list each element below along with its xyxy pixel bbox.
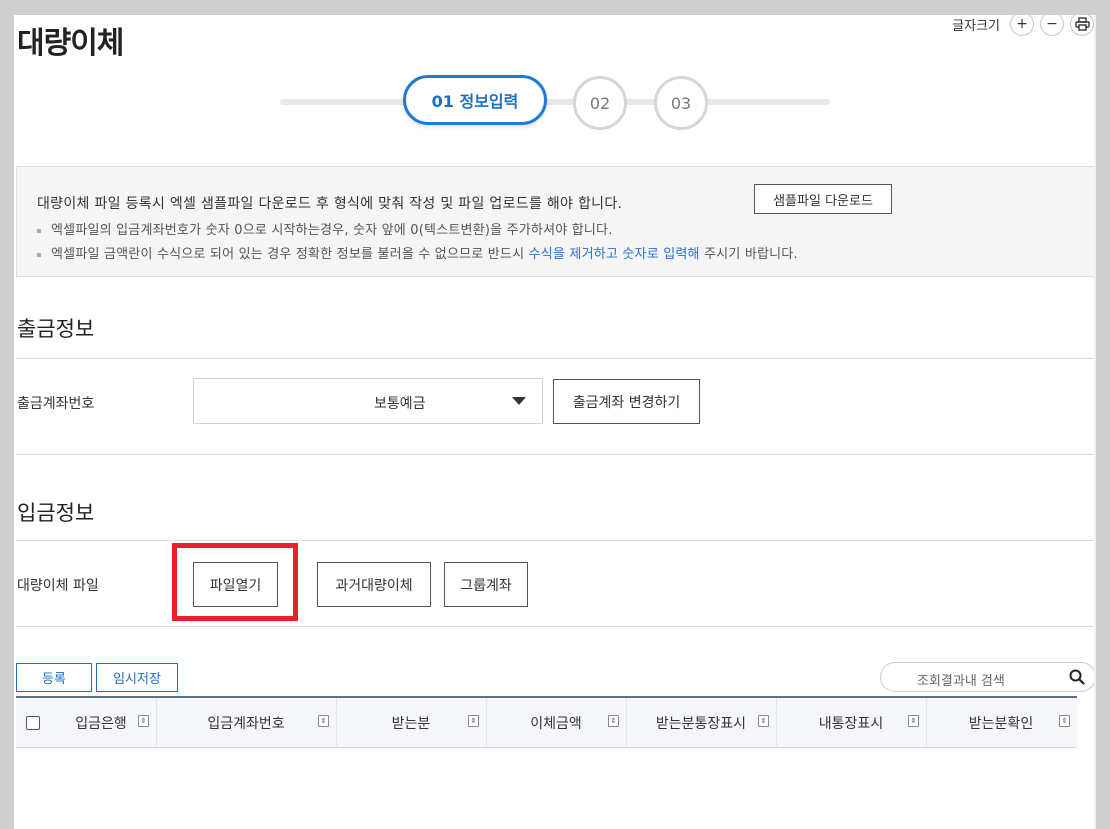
sort-icon[interactable]: ⇕ bbox=[608, 715, 619, 727]
notice-line-2: 엑셀파일 금액란이 수식으로 되어 있는 경우 정확한 정보를 불러올 수 없으… bbox=[37, 243, 798, 262]
column-header[interactable]: 이체금액 bbox=[486, 698, 626, 748]
grid-header: 입금은행 ⇕ 입금계좌번호 ⇕ 받는분 ⇕ 이체금액 ⇕ 받는분통장표시 ⇕ 내… bbox=[16, 696, 1077, 748]
print-button[interactable] bbox=[1070, 15, 1094, 36]
font-decrease-button[interactable]: − bbox=[1040, 15, 1064, 36]
divider bbox=[16, 540, 1096, 541]
account-type: 보통예금 bbox=[374, 396, 426, 412]
font-size-controls: 글자크기 + − bbox=[952, 15, 1094, 36]
step-1-active: 01 정보입력 bbox=[403, 75, 547, 125]
column-header[interactable]: 내통장표시 bbox=[776, 698, 926, 748]
sort-icon[interactable]: ⇕ bbox=[1059, 715, 1070, 727]
notice-line-2-highlight: 수식을 제거하고 숫자로 입력해 bbox=[528, 247, 700, 262]
bulk-file-label: 대량이체 파일 bbox=[17, 578, 99, 594]
bullet-square bbox=[37, 228, 41, 233]
column-header[interactable]: 받는분통장표시 bbox=[626, 698, 776, 748]
masked-account-number bbox=[198, 389, 370, 409]
stepper-track bbox=[280, 99, 830, 105]
notice-main-text: 대량이체 파일 등록시 엑셀 샘플파일 다운로드 후 형식에 맞춰 작성 및 파… bbox=[37, 196, 623, 212]
withdraw-section-title: 출금정보 bbox=[17, 317, 95, 341]
sort-icon[interactable]: ⇕ bbox=[758, 715, 769, 727]
font-increase-button[interactable]: + bbox=[1010, 15, 1034, 36]
sort-icon[interactable]: ⇕ bbox=[138, 715, 149, 727]
result-search[interactable]: 조회결과내 검색 bbox=[880, 662, 1096, 692]
column-header[interactable]: 받는분 bbox=[336, 698, 486, 748]
column-header[interactable]: 입금계좌번호 bbox=[156, 698, 336, 748]
sort-icon[interactable]: ⇕ bbox=[318, 715, 329, 727]
divider bbox=[16, 626, 1096, 627]
withdraw-account-select[interactable]: 보통예금 bbox=[193, 378, 543, 424]
search-input[interactable]: 조회결과내 검색 bbox=[917, 670, 1005, 689]
sort-icon[interactable]: ⇕ bbox=[908, 715, 919, 727]
bullet-square bbox=[37, 252, 41, 257]
notice-line-2-post: 주시기 바랍니다. bbox=[699, 247, 798, 262]
sort-icon[interactable]: ⇕ bbox=[468, 715, 479, 727]
register-button[interactable]: 등록 bbox=[16, 663, 92, 692]
deposit-section-title: 입금정보 bbox=[17, 501, 95, 525]
notice-box: 대량이체 파일 등록시 엑셀 샘플파일 다운로드 후 형식에 맞춰 작성 및 파… bbox=[16, 166, 1096, 277]
main-page: 대량이체 글자크기 + − 01 정보입력 02 03 대량이체 파일 등록시 … bbox=[14, 15, 1096, 829]
column-header[interactable]: 받는분확인 bbox=[926, 698, 1076, 748]
select-all-checkbox[interactable] bbox=[26, 716, 40, 730]
step-3: 03 bbox=[654, 76, 708, 130]
step-2: 02 bbox=[573, 76, 627, 130]
printer-icon bbox=[1074, 17, 1090, 31]
highlight-box bbox=[172, 543, 298, 621]
temp-save-button[interactable]: 임시저장 bbox=[96, 663, 178, 692]
sample-download-button[interactable]: 샘플파일 다운로드 bbox=[754, 184, 892, 214]
search-icon[interactable] bbox=[1069, 669, 1085, 685]
divider bbox=[16, 454, 1096, 455]
withdraw-account-label: 출금계좌번호 bbox=[17, 396, 95, 412]
notice-line-2-pre: 엑셀파일 금액란이 수식으로 되어 있는 경우 정확한 정보를 불러올 수 없으… bbox=[51, 247, 529, 262]
font-size-label: 글자크기 bbox=[952, 18, 1000, 34]
divider bbox=[16, 358, 1096, 359]
change-withdraw-account-button[interactable]: 출금계좌 변경하기 bbox=[553, 379, 700, 424]
notice-line-1: 엑셀파일의 입금계좌번호가 숫자 0으로 시작하는경우, 숫자 앞에 0(텍스트… bbox=[37, 219, 613, 238]
group-account-button[interactable]: 그룹계좌 bbox=[444, 562, 528, 607]
vertical-scrollbar[interactable] bbox=[1094, 15, 1096, 829]
notice-line-1-text: 엑셀파일의 입금계좌번호가 숫자 0으로 시작하는경우, 숫자 앞에 0(텍스트… bbox=[51, 223, 613, 238]
grid-body bbox=[16, 748, 1077, 829]
page-title: 대량이체 bbox=[17, 26, 124, 61]
chevron-down-icon bbox=[512, 397, 526, 405]
past-bulk-transfer-button[interactable]: 과거대량이체 bbox=[317, 562, 431, 607]
